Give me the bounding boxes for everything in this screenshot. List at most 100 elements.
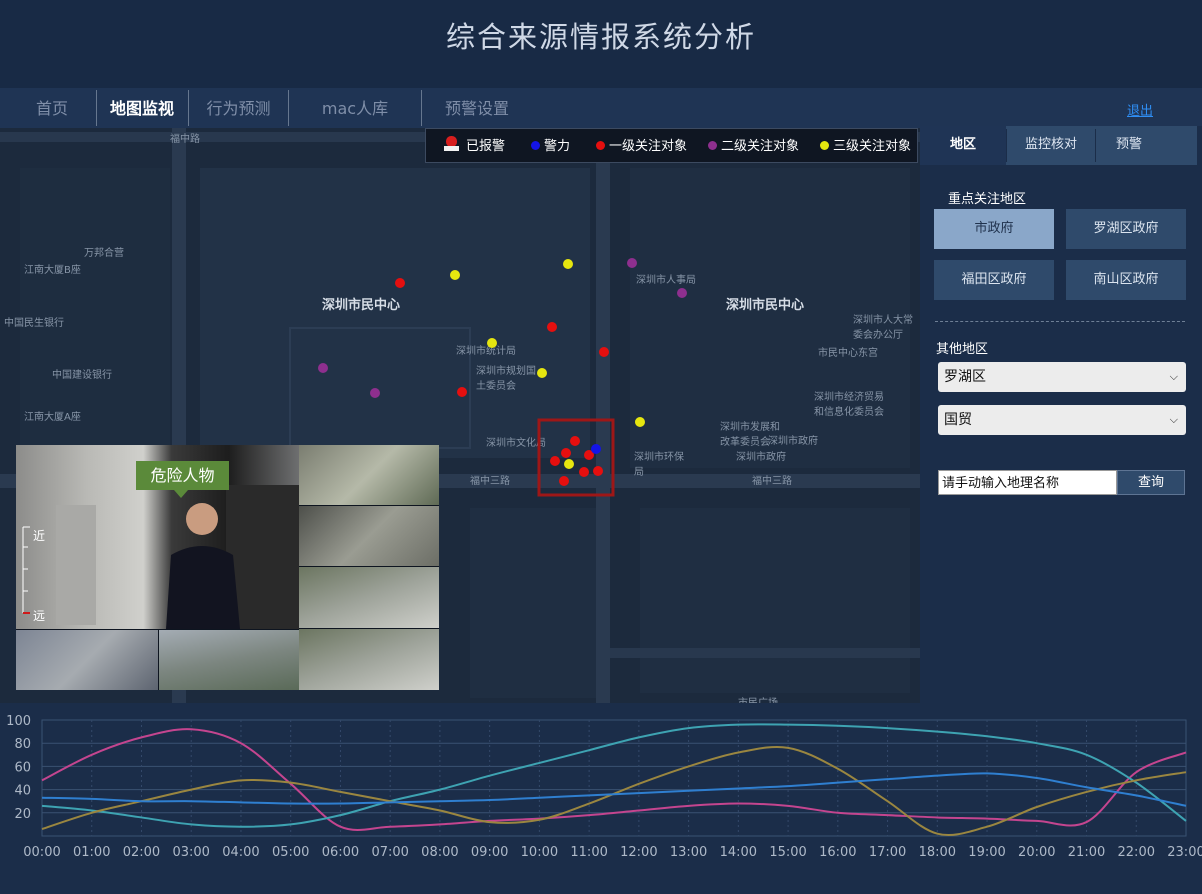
level3-target-marker[interactable]	[563, 259, 573, 269]
level2-target-marker[interactable]	[318, 363, 328, 373]
other-area-title: 其他地区	[936, 342, 989, 357]
level3-target-marker[interactable]	[635, 417, 645, 427]
legend-police: 警力	[531, 129, 570, 164]
level1-target-marker[interactable]	[395, 278, 405, 288]
tab-region[interactable]: 地区	[920, 126, 1006, 165]
nav-alert-settings[interactable]: 预警设置	[422, 88, 532, 128]
level1-target-marker[interactable]	[559, 476, 569, 486]
nav-mac-library[interactable]: mac人库	[289, 88, 421, 128]
level1-target-marker[interactable]	[579, 467, 589, 477]
yellow-dot-icon	[820, 141, 829, 150]
alarm-light-icon	[444, 136, 459, 151]
x-tick-label: 09:00	[471, 845, 508, 860]
logout-link[interactable]: 退出	[1127, 100, 1153, 119]
level3-target-marker[interactable]	[487, 338, 497, 348]
x-tick-label: 10:00	[521, 845, 558, 860]
right-panel: 地区 监控核对 预警 重点关注地区 市政府 罗湖区政府 福田区政府 南山区政府 …	[920, 126, 1202, 703]
police-marker[interactable]	[591, 444, 601, 454]
camera-feed-thumbnail[interactable]	[299, 629, 439, 690]
level3-target-marker[interactable]	[564, 459, 574, 469]
legend-label: 已报警	[466, 139, 506, 154]
district-select[interactable]: 罗湖区 ⌵	[938, 362, 1186, 392]
top-nav: 首页 地图监视 行为预测 mac人库 预警设置	[0, 88, 1202, 128]
legend-label: 三级关注对象	[833, 139, 912, 154]
tab-warning[interactable]: 预警	[1096, 126, 1162, 165]
level1-target-marker[interactable]	[593, 466, 603, 476]
blue-dot-icon	[531, 141, 540, 150]
chevron-down-icon: ⌵	[1169, 370, 1178, 383]
legend-level1: 一级关注对象	[596, 129, 687, 164]
x-tick-label: 22:00	[1118, 845, 1155, 860]
panel-tabs: 地区 监控核对 预警	[920, 126, 1197, 165]
series-line-2	[41, 745, 1187, 837]
camera-feed-thumbnail[interactable]	[299, 445, 439, 505]
area-button-city-hall[interactable]: 市政府	[934, 209, 1054, 249]
y-tick-label: 20	[14, 807, 31, 822]
area-button-futian[interactable]: 福田区政府	[934, 260, 1054, 300]
key-area-title: 重点关注地区	[948, 192, 1027, 207]
chevron-down-icon: ⌵	[1169, 413, 1178, 426]
x-tick-label: 17:00	[869, 845, 906, 860]
x-tick-label: 04:00	[222, 845, 259, 860]
app-title: 综合来源情报系统分析	[445, 20, 756, 54]
map-legend: 已报警 警力 一级关注对象 二级关注对象 三级关注对象	[425, 128, 918, 163]
location-search-input[interactable]: 请手动输入地理名称	[938, 470, 1117, 495]
x-tick-label: 20:00	[1018, 845, 1055, 860]
level1-target-marker[interactable]	[457, 387, 467, 397]
x-tick-label: 13:00	[670, 845, 707, 860]
purple-dot-icon	[708, 141, 717, 150]
camera-feed-thumbnail[interactable]	[159, 630, 299, 690]
area-button-luohu[interactable]: 罗湖区政府	[1066, 209, 1186, 249]
x-tick-label: 00:00	[23, 845, 60, 860]
level1-target-marker[interactable]	[599, 347, 609, 357]
y-tick-label: 40	[14, 784, 31, 799]
trend-chart: 20 40 60 80 100 00:00 01:00 02:00 03:00 04:00 05:0…	[0, 703, 1202, 890]
alert-highlight-box[interactable]	[537, 418, 615, 497]
area-select-value: 国贸	[944, 412, 972, 428]
x-tick-label: 06:00	[322, 845, 359, 860]
plot-area	[41, 719, 1187, 837]
camera-feed-thumbnail[interactable]	[299, 567, 439, 628]
x-tick-label: 07:00	[371, 845, 408, 860]
camera-feed-thumbnail[interactable]	[299, 506, 439, 566]
legend-level3: 三级关注对象	[820, 129, 911, 164]
level1-target-marker[interactable]	[561, 448, 571, 458]
x-tick-label: 18:00	[919, 845, 956, 860]
level1-target-marker[interactable]	[550, 456, 560, 466]
tab-monitor-check[interactable]: 监控核对	[1007, 126, 1095, 165]
level2-target-marker[interactable]	[370, 388, 380, 398]
x-tick-label: 12:00	[620, 845, 657, 860]
legend-label: 警力	[544, 139, 571, 154]
y-tick-label: 100	[6, 714, 31, 729]
x-tick-label: 01:00	[73, 845, 110, 860]
scale-far-label: 远	[33, 609, 46, 623]
search-button[interactable]: 查询	[1117, 470, 1185, 495]
x-tick-label: 14:00	[720, 845, 757, 860]
nav-behavior-prediction[interactable]: 行为预测	[189, 88, 288, 128]
x-tick-label: 05:00	[272, 845, 309, 860]
area-select[interactable]: 国贸 ⌵	[938, 405, 1186, 435]
x-tick-label: 02:00	[123, 845, 160, 860]
y-tick-label: 80	[14, 737, 31, 752]
x-tick-label: 19:00	[968, 845, 1005, 860]
legend-level2: 二级关注对象	[708, 129, 799, 164]
area-button-nanshan[interactable]: 南山区政府	[1066, 260, 1186, 300]
level2-target-marker[interactable]	[677, 288, 687, 298]
level3-target-marker[interactable]	[537, 368, 547, 378]
level2-target-marker[interactable]	[627, 258, 637, 268]
legend-alarmed: 已报警	[443, 129, 505, 164]
camera-feed-thumbnail[interactable]	[16, 630, 158, 690]
level1-target-marker[interactable]	[570, 436, 580, 446]
header: 综合来源情报系统分析	[0, 0, 1202, 88]
scale-near-label: 近	[33, 529, 46, 543]
level1-target-marker[interactable]	[547, 322, 557, 332]
level3-target-marker[interactable]	[450, 270, 460, 280]
nav-map-monitor[interactable]: 地图监视	[97, 88, 187, 128]
nav-home[interactable]: 首页	[14, 88, 90, 128]
x-tick-label: 11:00	[570, 845, 607, 860]
y-tick-label: 60	[14, 760, 31, 775]
legend-label: 二级关注对象	[721, 139, 800, 154]
x-tick-label: 16:00	[819, 845, 856, 860]
x-tick-label: 15:00	[769, 845, 806, 860]
x-tick-label: 23:00	[1167, 845, 1202, 860]
